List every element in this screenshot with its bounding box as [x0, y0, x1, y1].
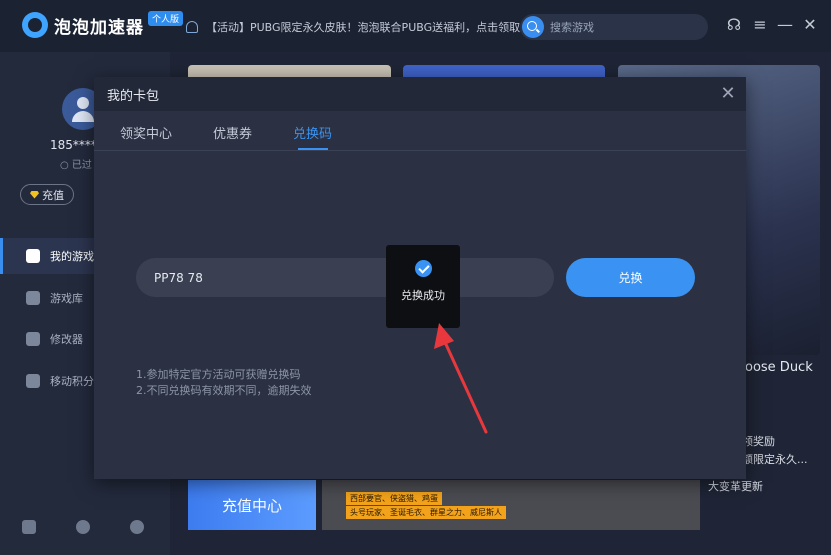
check-circle-icon: [414, 260, 432, 277]
sidebar-item-label: 我的游戏: [50, 250, 94, 263]
success-toast: 兑换成功: [386, 245, 460, 328]
tab-redeem-code[interactable]: 兑换码: [293, 123, 332, 142]
mail-icon[interactable]: [22, 520, 36, 534]
search-bar[interactable]: 搜索游戏: [520, 14, 708, 40]
search-icon[interactable]: [522, 16, 544, 38]
sidebar-item-label: 游戏库: [50, 292, 83, 305]
game-title[interactable]: oose Duck: [745, 360, 813, 375]
redeem-button[interactable]: 兑换: [566, 258, 695, 297]
sidebar-item-label: 移动积分: [50, 375, 94, 388]
cat-icon: [26, 332, 40, 346]
app-name: 泡泡加速器: [54, 17, 144, 38]
toast-message: 兑换成功: [401, 289, 445, 302]
active-tab-indicator: [298, 148, 328, 150]
logo-icon: [22, 12, 48, 38]
dialog-title: 我的卡包: [107, 88, 160, 104]
redeem-note: 1.参加特定官方活动可获赠兑换码: [136, 368, 301, 381]
tab-coupons[interactable]: 优惠券: [213, 123, 252, 142]
close-icon[interactable]: ✕: [718, 84, 738, 104]
user-status-text: 已过: [71, 160, 92, 171]
notice-text[interactable]: 【活动】PUBG限定永久皮肤！泡泡联合PUBG送福利，点击领取。: [206, 19, 531, 35]
minimize-icon[interactable]: —: [776, 16, 794, 34]
top-bar: 泡泡加速器 个人版 【活动】PUBG限定永久皮肤！泡泡联合PUBG送福利，点击领…: [0, 0, 831, 52]
game-promo-banner[interactable]: 西部要官、侠盗猎、鸡蛋 头号玩家、圣诞毛衣、群星之力、威尼斯人: [322, 480, 700, 530]
recharge-center-banner[interactable]: 充值中心: [188, 480, 316, 530]
gamepad-icon: [26, 291, 40, 305]
app-logo: 泡泡加速器 个人版: [22, 10, 184, 38]
promo-tag: 西部要官、侠盗猎、鸡蛋: [346, 492, 442, 505]
bell-icon: [186, 21, 198, 33]
redeem-note: 2.不同兑换码有效期不同，逾期失效: [136, 384, 312, 397]
gem-icon: [30, 190, 39, 199]
rocket-icon: [26, 249, 40, 263]
coin-icon: [26, 374, 40, 388]
user-status: ○ 已过: [60, 160, 92, 171]
recharge-label: 充值: [42, 188, 64, 202]
close-window-icon[interactable]: ✕: [801, 16, 819, 34]
card-wallet-dialog: 我的卡包 ✕ 领奖中心 优惠券 兑换码 PP78 78 兑换 兑换成功 1.参加…: [94, 77, 746, 479]
promo-line: 额限定永久...: [742, 453, 808, 466]
chat-icon[interactable]: [130, 520, 144, 534]
promo-line: 大变革更新: [708, 480, 763, 493]
dialog-tabs: 领奖中心 优惠券 兑换码: [94, 111, 746, 151]
recharge-button[interactable]: 充值: [20, 184, 74, 205]
menu-icon[interactable]: ≡: [751, 16, 769, 34]
support-icon[interactable]: ☊: [725, 16, 743, 34]
search-input[interactable]: 搜索游戏: [550, 19, 594, 35]
sidebar-item-label: 修改器: [50, 333, 83, 346]
edition-badge: 个人版: [148, 10, 184, 26]
activity-notice[interactable]: 【活动】PUBG限定永久皮肤！泡泡联合PUBG送福利，点击领取。: [186, 19, 531, 35]
community-icon[interactable]: [76, 520, 90, 534]
tab-reward-center[interactable]: 领奖中心: [120, 123, 172, 142]
promo-tag: 头号玩家、圣诞毛衣、群星之力、威尼斯人: [346, 506, 506, 519]
promo-line: 领奖励: [742, 435, 775, 448]
redeem-code-input[interactable]: PP78 78: [136, 258, 554, 297]
dialog-header: 我的卡包: [94, 77, 746, 111]
